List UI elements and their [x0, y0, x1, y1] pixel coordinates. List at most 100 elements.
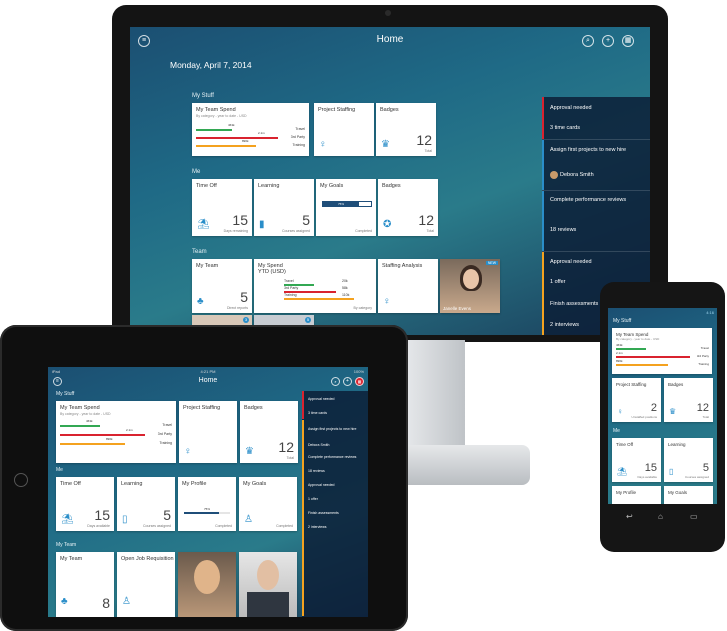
notification-title[interactable]: Approval needed	[302, 397, 368, 401]
my-team-tile[interactable]: My Team ♣ 5 Direct reports	[192, 259, 252, 313]
tile-unit: Courses assigned	[684, 475, 709, 479]
notification-title[interactable]: Approval needed	[302, 483, 368, 487]
person-card[interactable]: NEW Janelle Evens	[440, 259, 500, 313]
search-icon[interactable]: ⌕	[331, 377, 340, 386]
staffing-analysis-tile[interactable]: Staffing Analysis ♀	[378, 259, 438, 313]
learning-tile[interactable]: Learning ▯ 5 Courses assigned	[664, 438, 713, 482]
my-profile-tile[interactable]: My Profile	[612, 486, 661, 504]
tile-title: My Goals	[243, 481, 267, 487]
section-my-stuff: My Stuff	[613, 318, 632, 324]
my-team-spend-tile[interactable]: My Team Spend By category - year to date…	[612, 328, 712, 374]
notification-title[interactable]: Assign first projects to new hire	[302, 427, 368, 431]
back-icon[interactable]: ↩	[626, 512, 633, 521]
project-staffing-tile[interactable]: Project Staffing ♀ 2 Unstaffed positions	[612, 378, 661, 422]
open-job-tile[interactable]: Open Job Requisition ♙	[117, 552, 175, 617]
person-face	[194, 560, 220, 594]
notification-title[interactable]: Assign first projects to new hire	[542, 147, 650, 153]
notification-title[interactable]: Complete performance reviews	[302, 455, 368, 459]
spend-label: Travel	[162, 423, 172, 427]
time-off-tile[interactable]: Time Off ⛱ 15 Days available	[612, 438, 661, 482]
notification-detail[interactable]: 3 time cards	[302, 411, 368, 415]
tile-unit: Courses assigned	[142, 524, 171, 528]
person-suit	[247, 592, 289, 617]
spend-bar	[284, 298, 354, 300]
notification-detail[interactable]: Debora Smith	[302, 443, 368, 447]
tile-title: Project Staffing	[183, 405, 221, 411]
search-icon[interactable]: ⌕	[582, 35, 594, 47]
add-icon[interactable]: +	[343, 377, 352, 386]
person-photo[interactable]	[239, 552, 297, 617]
notification-detail[interactable]: 2 interviews	[302, 525, 368, 529]
goals-progress-fill: 75%	[323, 202, 359, 206]
notification-detail[interactable]: 3 time cards	[542, 125, 650, 131]
spend-value: 58k	[342, 286, 348, 290]
tile-value: 2	[650, 402, 657, 414]
my-profile-tile[interactable]: My Profile 75% Completed	[178, 477, 236, 531]
spend-label: Travel	[700, 346, 709, 350]
tile-value: 12	[418, 212, 434, 228]
spend-value: 2.1m	[258, 131, 265, 135]
tile-unit: Total	[286, 456, 294, 460]
home-icon[interactable]: ⌂	[658, 512, 663, 521]
desktop-header: ≡ Home ⌕ + ▦	[130, 27, 650, 55]
spend-bar	[60, 434, 145, 436]
trophy-icon: ♛	[381, 139, 390, 150]
notification-title[interactable]: Approval needed	[542, 105, 650, 111]
notifications-icon[interactable]: ▦	[355, 377, 364, 386]
section-team: Team	[192, 249, 207, 255]
notification-detail[interactable]: 1 offer	[302, 497, 368, 501]
learning-tile[interactable]: Learning ▮ 5 Courses assigned	[254, 179, 314, 236]
recent-apps-icon[interactable]: ▭	[690, 512, 698, 521]
notification-title[interactable]: Finish assessments	[302, 511, 368, 515]
tile-title: My Goals	[320, 183, 344, 189]
spend-value: 896k	[106, 437, 113, 441]
my-team-spend-tile[interactable]: My Team Spend By category - year to date…	[192, 103, 309, 156]
accent-line	[542, 97, 544, 139]
notification-title[interactable]: Complete performance reviews	[542, 197, 650, 203]
tile-title: Badges	[382, 183, 401, 189]
project-staffing-tile[interactable]: Project Staffing ♀	[179, 401, 237, 463]
tablet-device: iPad 4:21 PM 100% ≡ Home ⌕ + ▦ My Stuff …	[0, 325, 408, 631]
badges-tile[interactable]: Badges ♛ 12 Total	[376, 103, 436, 156]
badges-me-tile[interactable]: Badges ✪ 12 Total	[378, 179, 438, 236]
my-team-tile[interactable]: My Team ♣ 8	[56, 552, 114, 617]
camera	[385, 10, 391, 16]
my-goals-tile[interactable]: My Goals	[664, 486, 713, 504]
tile-title: Time Off	[196, 183, 217, 189]
spend-bar	[616, 348, 646, 350]
section-my-stuff: My Stuff	[56, 391, 75, 397]
tile-unit: Completed	[215, 524, 232, 528]
learning-tile[interactable]: Learning ▯ 5 Courses assigned	[117, 477, 175, 531]
my-spend-tile[interactable]: My Spend YTD (USD) Travel 20k 3rd Party …	[254, 259, 376, 313]
tile-title: My Team Spend	[196, 107, 236, 113]
notification-detail[interactable]: Debora Smith	[542, 172, 650, 178]
new-badge: NEW	[485, 261, 498, 265]
badges-tile[interactable]: Badges ♛ 12 Total	[240, 401, 298, 463]
tile-unit: Completed	[355, 229, 372, 233]
notification-detail[interactable]: 18 reviews	[542, 227, 650, 233]
person-name: Janelle Evens	[443, 306, 472, 311]
notification-detail[interactable]: 18 reviews	[302, 469, 368, 473]
home-button[interactable]	[14, 473, 28, 487]
person-photo[interactable]	[178, 552, 236, 617]
project-staffing-tile[interactable]: Project Staffing ♀	[314, 103, 374, 156]
divider	[542, 251, 650, 252]
spend-value: 463k	[616, 343, 623, 347]
tile-subtitle: YTD (USD)	[258, 269, 286, 275]
goals-progress-track: 75%	[322, 201, 372, 207]
notification-title[interactable]: Approval needed	[542, 259, 650, 265]
badges-tile[interactable]: Badges ♛ 12 Total	[664, 378, 713, 422]
spend-value: 463k	[86, 419, 93, 423]
spend-label: Training	[698, 362, 709, 366]
page-title: Home	[376, 34, 404, 45]
my-goals-tile[interactable]: My Goals 75% Completed	[316, 179, 376, 236]
my-goals-tile[interactable]: My Goals ♙ Completed	[239, 477, 297, 531]
tile-value: 15	[94, 507, 110, 523]
add-icon[interactable]: +	[602, 35, 614, 47]
time-off-tile[interactable]: Time Off ⛱ 15 Days available	[56, 477, 114, 531]
tile-unit: Completed	[276, 524, 293, 528]
calendar-icon[interactable]: ▦	[622, 35, 634, 47]
my-team-spend-tile[interactable]: My Team Spend By category - year to date…	[56, 401, 176, 463]
time-off-tile[interactable]: Time Off ⛱ 15 Days remaining	[192, 179, 252, 236]
tile-unit: Days remaining	[223, 229, 248, 233]
